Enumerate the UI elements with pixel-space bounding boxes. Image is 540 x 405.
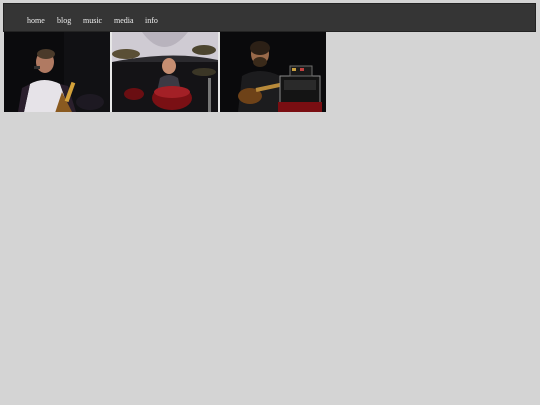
nav-link-home[interactable]: home [27,16,45,25]
nav-link-media[interactable]: media [114,16,134,25]
photo-gallery [4,32,326,112]
nav-link-blog[interactable]: blog [57,16,71,25]
top-navbar: home blog music media info [3,3,536,32]
gallery-photo-guitarist[interactable] [220,32,326,112]
gallery-photo-singer[interactable] [4,32,110,112]
gallery-photo-drummer[interactable] [112,32,218,112]
nav-link-music[interactable]: music [83,16,102,25]
nav-link-info[interactable]: info [145,16,158,25]
